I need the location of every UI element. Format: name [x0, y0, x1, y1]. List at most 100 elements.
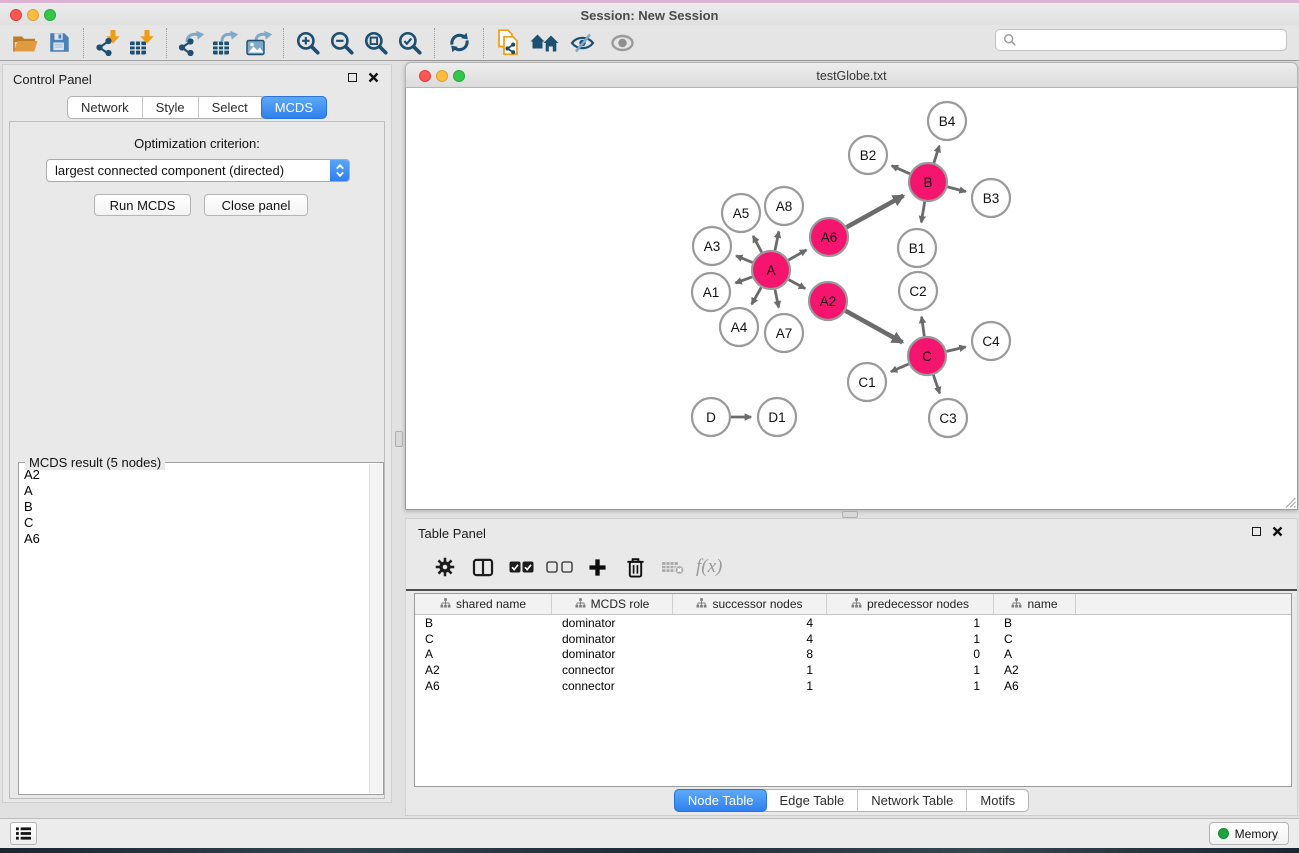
graph-edge-A6-B[interactable]	[847, 196, 904, 228]
run-mcds-button[interactable]: Run MCDS	[94, 194, 191, 216]
graph-node-A8[interactable]: A8	[765, 187, 803, 225]
graph-node-C3[interactable]: C3	[929, 399, 967, 437]
import-table-file-icon[interactable]	[125, 27, 159, 59]
graph-edge-A2-C[interactable]	[846, 311, 903, 343]
float-panel-icon[interactable]	[348, 73, 357, 82]
show-hidden-icon[interactable]	[605, 27, 639, 59]
table-row[interactable]: A2connector11A2	[415, 662, 1291, 678]
criterion-dropdown[interactable]: largest connected component (directed)	[46, 159, 350, 182]
task-history-button[interactable]	[10, 822, 37, 845]
tab-mcds[interactable]: MCDS	[261, 96, 327, 119]
export-image-icon[interactable]	[242, 27, 276, 59]
table-row[interactable]: Adominator80A	[415, 647, 1291, 663]
graph-node-B2[interactable]: B2	[849, 136, 887, 174]
graph-node-D1[interactable]: D1	[758, 398, 796, 436]
tab-select[interactable]: Select	[199, 97, 262, 118]
graph-node-A4[interactable]: A4	[720, 308, 758, 346]
mcds-result-item[interactable]: B	[20, 499, 369, 515]
graph-edge-A-A5[interactable]	[753, 236, 762, 252]
mcds-result-item[interactable]: A6	[20, 531, 369, 547]
graph-node-B[interactable]: B	[909, 163, 947, 201]
table-row[interactable]: A6connector11A6	[415, 678, 1291, 694]
save-session-icon[interactable]	[42, 27, 76, 59]
export-network-icon[interactable]	[174, 27, 208, 59]
delete-column-icon[interactable]	[616, 549, 654, 585]
table-settings-gear-icon[interactable]	[426, 549, 464, 585]
column-header-successor-nodes[interactable]: successor nodes	[673, 594, 827, 614]
network-canvas[interactable]: B4B2BB3A8A5A6A3B1AC2A1A2A4A7C4CC1C3DD1	[405, 88, 1298, 510]
tab-network-table[interactable]: Network Table	[858, 790, 967, 811]
graph-node-A7[interactable]: A7	[765, 314, 803, 352]
zoom-fit-icon[interactable]	[359, 27, 393, 59]
show-columns-icon[interactable]	[464, 549, 502, 585]
mcds-result-item[interactable]: A2	[20, 467, 369, 483]
search-field[interactable]	[995, 29, 1287, 51]
resize-grip-icon[interactable]	[1283, 495, 1296, 508]
close-panel-icon[interactable]	[368, 72, 379, 83]
clone-network-icon[interactable]	[491, 27, 525, 59]
table-row[interactable]: Bdominator41B	[415, 615, 1291, 631]
graph-edge-B-B4[interactable]	[934, 146, 939, 163]
search-input[interactable]	[1017, 33, 1286, 47]
zoom-out-icon[interactable]	[325, 27, 359, 59]
zoom-in-icon[interactable]	[291, 27, 325, 59]
graph-edge-A-A7[interactable]	[775, 290, 779, 308]
vertical-splitter-handle[interactable]	[395, 431, 403, 447]
graph-node-A6[interactable]: A6	[810, 218, 848, 256]
graph-edge-A-A8[interactable]	[775, 232, 779, 251]
tab-node-table[interactable]: Node Table	[674, 789, 768, 812]
graph-edge-A-A1[interactable]	[735, 277, 752, 283]
mcds-result-scrollbar[interactable]	[369, 464, 382, 793]
graph-edge-A-A2[interactable]	[789, 280, 806, 289]
graph-edge-C-C1[interactable]	[891, 364, 909, 372]
graph-node-D[interactable]: D	[692, 398, 730, 436]
export-table-icon[interactable]	[208, 27, 242, 59]
mcds-result-item[interactable]: A	[20, 483, 369, 499]
graph-edge-A-A4[interactable]	[752, 287, 762, 304]
first-neighbors-icon[interactable]	[525, 27, 565, 59]
graph-node-C2[interactable]: C2	[899, 272, 937, 310]
graph-edge-A-A6[interactable]	[788, 250, 806, 260]
open-file-icon[interactable]	[8, 27, 42, 59]
column-header-predecessor-nodes[interactable]: predecessor nodes	[827, 594, 994, 614]
graph-node-A5[interactable]: A5	[722, 194, 760, 232]
graph-edge-A-A3[interactable]	[736, 256, 752, 263]
network-window-titlebar[interactable]: testGlobe.txt	[405, 62, 1298, 88]
mcds-result-item[interactable]: C	[20, 515, 369, 531]
graph-node-A2[interactable]: A2	[809, 282, 847, 320]
column-header-mcds-role[interactable]: MCDS role	[552, 594, 673, 614]
refresh-view-icon[interactable]	[442, 27, 476, 59]
graph-node-C1[interactable]: C1	[848, 363, 886, 401]
close-panel-button[interactable]: Close panel	[204, 194, 308, 216]
graph-edge-C-C4[interactable]	[947, 347, 966, 352]
column-header-shared-name[interactable]: shared name	[415, 594, 552, 614]
deselect-all-checkboxes-icon[interactable]	[540, 549, 578, 585]
graph-node-B1[interactable]: B1	[898, 229, 936, 267]
select-all-checkboxes-icon[interactable]	[502, 549, 540, 585]
network-graph[interactable]: B4B2BB3A8A5A6A3B1AC2A1A2A4A7C4CC1C3DD1	[406, 88, 1297, 508]
memory-button[interactable]: Memory	[1209, 822, 1289, 845]
close-table-panel-icon[interactable]	[1272, 526, 1283, 537]
table-row[interactable]: Cdominator41C	[415, 631, 1291, 647]
column-header-name[interactable]: name	[994, 594, 1076, 614]
graph-node-B4[interactable]: B4	[928, 102, 966, 140]
graph-edge-B-B1[interactable]	[921, 202, 924, 223]
graph-edge-B-B3[interactable]	[947, 187, 965, 192]
zoom-selected-icon[interactable]	[393, 27, 427, 59]
tab-motifs[interactable]: Motifs	[967, 790, 1028, 811]
graph-edge-C-C2[interactable]	[922, 317, 925, 336]
graph-node-B3[interactable]: B3	[972, 179, 1010, 217]
add-column-icon[interactable]	[578, 549, 616, 585]
horizontal-splitter-handle[interactable]	[842, 511, 858, 518]
import-network-file-icon[interactable]	[91, 27, 125, 59]
graph-edge-C-C3[interactable]	[933, 375, 939, 394]
hide-selected-icon[interactable]	[565, 27, 599, 59]
graph-node-A[interactable]: A	[752, 251, 790, 289]
graph-node-A3[interactable]: A3	[693, 227, 731, 265]
tab-edge-table[interactable]: Edge Table	[766, 790, 858, 811]
float-table-panel-icon[interactable]	[1252, 527, 1261, 536]
tab-network[interactable]: Network	[68, 97, 143, 118]
graph-edge-B-B2[interactable]	[892, 166, 910, 174]
graph-node-C[interactable]: C	[908, 337, 946, 375]
tab-style[interactable]: Style	[143, 97, 199, 118]
